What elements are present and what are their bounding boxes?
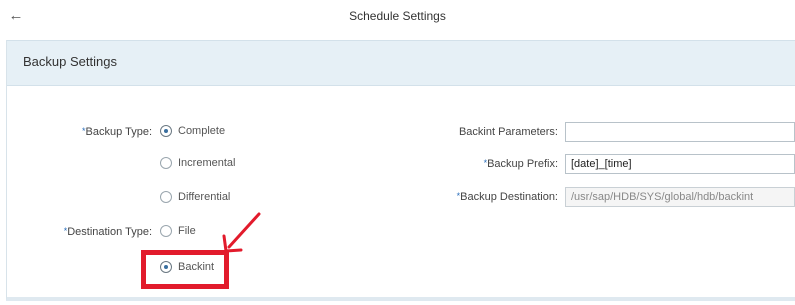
backup-prefix-input[interactable]: [date]_[time]	[565, 154, 795, 174]
highlight-box	[141, 250, 229, 289]
top-bar: ← Schedule Settings	[0, 0, 795, 36]
backup-destination-label: *Backup Destination:	[440, 191, 558, 203]
backup-type-label: *Backup Type:	[60, 126, 152, 138]
backint-parameters-label: Backint Parameters:	[458, 126, 558, 138]
radio-empty-icon	[160, 225, 172, 237]
backint-parameters-input[interactable]	[565, 122, 795, 142]
panel-header: Backup Settings	[7, 40, 795, 86]
radio-file[interactable]: File	[160, 225, 196, 237]
radio-incremental[interactable]: Incremental	[160, 157, 235, 169]
radio-selected-icon	[160, 125, 172, 137]
page-title: Schedule Settings	[349, 9, 446, 23]
radio-complete-label: Complete	[178, 125, 226, 137]
backup-type-label-text: Backup Type:	[85, 126, 152, 138]
radio-empty-icon	[160, 191, 172, 203]
backup-prefix-label: *Backup Prefix:	[440, 158, 558, 170]
destination-type-label-text: Destination Type:	[67, 226, 152, 238]
backup-prefix-label-text: Backup Prefix:	[487, 158, 558, 170]
panel-title: Backup Settings	[23, 54, 117, 69]
radio-empty-icon	[160, 157, 172, 169]
radio-incremental-label: Incremental	[178, 157, 236, 169]
destination-type-label: *Destination Type:	[40, 226, 152, 238]
radio-differential-label: Differential	[178, 191, 231, 203]
radio-differential[interactable]: Differential	[160, 191, 230, 203]
backup-destination-label-text: Backup Destination:	[460, 191, 558, 203]
radio-complete[interactable]: Complete	[160, 125, 225, 137]
backup-destination-input: /usr/sap/HDB/SYS/global/hdb/backint	[565, 187, 795, 207]
radio-file-label: File	[178, 225, 196, 237]
